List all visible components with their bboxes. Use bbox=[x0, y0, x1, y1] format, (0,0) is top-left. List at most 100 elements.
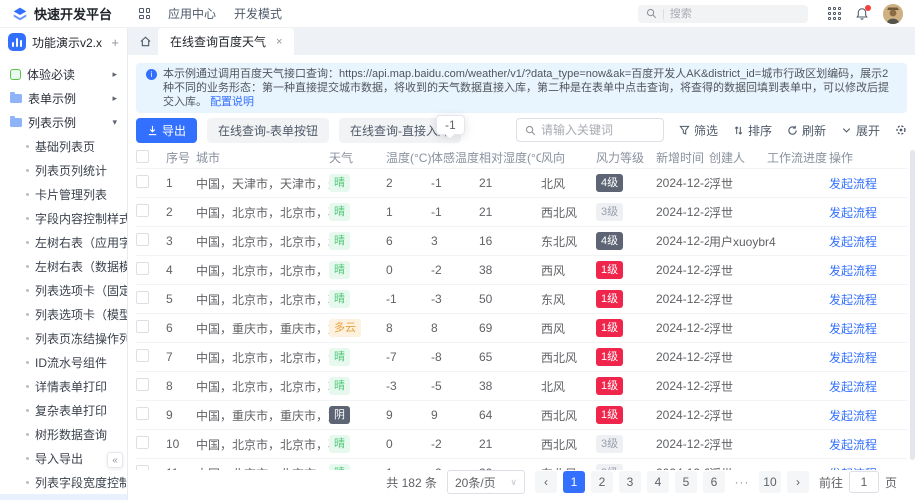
row-checkbox[interactable] bbox=[136, 320, 149, 333]
nav-dev-mode[interactable]: 开发模式 bbox=[234, 5, 282, 22]
cell-feel: -1 bbox=[431, 205, 442, 219]
row-checkbox[interactable] bbox=[136, 204, 149, 217]
row-checkbox[interactable] bbox=[136, 407, 149, 420]
refresh-button[interactable]: 刷新 bbox=[787, 122, 826, 139]
page-button[interactable]: 10 bbox=[758, 471, 781, 493]
workspace-selector[interactable]: 功能演示v2.x + bbox=[0, 28, 127, 56]
avatar[interactable] bbox=[883, 3, 903, 24]
sidebar-item[interactable]: 列表页列统计 bbox=[0, 158, 127, 182]
sort-button[interactable]: 排序 bbox=[733, 122, 772, 139]
expand-button[interactable]: 展开 bbox=[841, 122, 880, 139]
page-button[interactable]: 3 bbox=[618, 471, 641, 493]
sidebar-item[interactable]: 卡片管理列表 bbox=[0, 182, 127, 206]
row-checkbox[interactable] bbox=[136, 436, 149, 449]
bullet-icon bbox=[26, 264, 29, 268]
start-workflow-link[interactable]: 发起流程 bbox=[829, 409, 877, 423]
tab-bar: 在线查询百度天气 × bbox=[128, 28, 915, 55]
sidebar-item[interactable]: 复杂表单打印 bbox=[0, 398, 127, 422]
row-checkbox[interactable] bbox=[136, 465, 149, 470]
sidebar-item[interactable]: 列表选项卡（模型数... bbox=[0, 302, 127, 326]
cell-temp: 8 bbox=[386, 321, 393, 335]
start-workflow-link[interactable]: 发起流程 bbox=[829, 235, 877, 249]
page-button[interactable]: 4 bbox=[646, 471, 669, 493]
cell-creator: 浮世 bbox=[709, 350, 734, 365]
bullet-icon bbox=[26, 384, 29, 388]
page-button[interactable]: 5 bbox=[674, 471, 697, 493]
sidebar-item[interactable]: 在线查询百度天气 bbox=[0, 494, 127, 500]
cell-no: 9 bbox=[166, 408, 173, 422]
sidebar-item[interactable]: 列表页冻结操作列 bbox=[0, 326, 127, 350]
sidebar-item[interactable]: 详情表单打印 bbox=[0, 374, 127, 398]
sidebar-item[interactable]: 列表字段宽度控制 bbox=[0, 470, 127, 494]
page-button[interactable]: ··· bbox=[731, 471, 753, 493]
row-checkbox[interactable] bbox=[136, 291, 149, 304]
row-checkbox[interactable] bbox=[136, 175, 149, 188]
cell-temp: -3 bbox=[386, 379, 397, 393]
column-settings-button[interactable] bbox=[895, 124, 907, 136]
cell-humidity: 69 bbox=[479, 321, 493, 335]
sidebar-item-label: 复杂表单打印 bbox=[35, 403, 108, 418]
tab-active[interactable]: 在线查询百度天气 × bbox=[158, 28, 295, 55]
wind-level-badge: 1级 bbox=[596, 406, 624, 424]
keyword-search-input[interactable] bbox=[540, 123, 646, 137]
row-checkbox[interactable] bbox=[136, 378, 149, 391]
sidebar-item[interactable]: 列表选项卡（固定数... bbox=[0, 278, 127, 302]
col-temp[interactable]: 温度(°C) bbox=[386, 149, 431, 166]
cell-city: 中国，北京市，北京市，朝阳 bbox=[196, 379, 329, 394]
sidebar-item[interactable]: ID流水号组件 bbox=[0, 350, 127, 374]
row-checkbox[interactable] bbox=[136, 349, 149, 362]
sidebar-item[interactable]: 左树右表（数据模型） bbox=[0, 254, 127, 278]
sidebar-item[interactable]: 左树右表（应用字典） bbox=[0, 230, 127, 254]
cell-wind: 北风 bbox=[541, 176, 566, 191]
row-checkbox[interactable] bbox=[136, 233, 149, 246]
list-toolbar: 导出 在线查询-表单按钮 在线查询-直接入库 筛选 排序 bbox=[128, 113, 915, 143]
sidebar-group[interactable]: 列表示例 ▾ bbox=[0, 110, 127, 134]
home-tab-button[interactable] bbox=[132, 28, 158, 55]
global-search-input[interactable] bbox=[669, 7, 780, 20]
cell-humidity: 64 bbox=[479, 408, 493, 422]
sidebar-group[interactable]: 表单示例 ▸ bbox=[0, 86, 127, 110]
next-page-button[interactable]: › bbox=[786, 471, 809, 493]
config-doc-link[interactable]: 配置说明 bbox=[210, 96, 254, 108]
cell-wind: 西风 bbox=[541, 263, 566, 278]
row-checkbox[interactable] bbox=[136, 262, 149, 275]
page-size-select[interactable]: 20条/页 ∨ bbox=[446, 470, 525, 494]
start-workflow-link[interactable]: 发起流程 bbox=[829, 351, 877, 365]
start-workflow-link[interactable]: 发起流程 bbox=[829, 206, 877, 220]
start-workflow-link[interactable]: 发起流程 bbox=[829, 264, 877, 278]
add-workspace-button[interactable]: + bbox=[111, 35, 119, 50]
start-workflow-link[interactable]: 发起流程 bbox=[829, 380, 877, 394]
page-button[interactable]: 2 bbox=[590, 471, 613, 493]
weather-badge: 晴 bbox=[329, 435, 350, 453]
apps-grid-icon[interactable] bbox=[139, 8, 150, 19]
notification-bell-icon[interactable] bbox=[855, 4, 871, 21]
sidebar-group[interactable]: 体验必读 ▸ bbox=[0, 62, 127, 86]
sidebar-item[interactable]: 基础列表页 bbox=[0, 134, 127, 158]
prev-page-button[interactable]: ‹ bbox=[534, 471, 557, 493]
page-button[interactable]: 6 bbox=[702, 471, 725, 493]
start-workflow-link[interactable]: 发起流程 bbox=[829, 467, 877, 471]
sidebar-item-label: 列表选项卡（固定数... bbox=[35, 283, 127, 298]
filter-button[interactable]: 筛选 bbox=[679, 122, 718, 139]
online-query-form-button[interactable]: 在线查询-表单按钮 bbox=[207, 117, 330, 143]
start-workflow-link[interactable]: 发起流程 bbox=[829, 177, 877, 191]
export-button[interactable]: 导出 bbox=[136, 117, 198, 143]
goto-page-input[interactable] bbox=[848, 471, 879, 493]
sidebar-item[interactable]: 字段内容控制样式 bbox=[0, 206, 127, 230]
close-icon[interactable]: × bbox=[276, 36, 282, 48]
page-button[interactable]: 1 bbox=[562, 471, 585, 493]
global-search[interactable]: | bbox=[638, 4, 808, 23]
start-workflow-link[interactable]: 发起流程 bbox=[829, 293, 877, 307]
start-workflow-link[interactable]: 发起流程 bbox=[829, 322, 877, 336]
col-actions: 操作 bbox=[829, 151, 854, 165]
start-workflow-link[interactable]: 发起流程 bbox=[829, 438, 877, 452]
table-scrollbar[interactable] bbox=[910, 150, 915, 460]
sidebar-item-label: 字段内容控制样式 bbox=[35, 211, 127, 226]
chevron-icon: ▸ bbox=[112, 92, 117, 103]
sidebar-collapse-button[interactable]: « bbox=[107, 452, 123, 468]
sidebar-item[interactable]: 树形数据查询 bbox=[0, 422, 127, 446]
nav-app-center[interactable]: 应用中心 bbox=[168, 5, 216, 22]
app-launcher-icon[interactable] bbox=[828, 7, 841, 20]
keyword-search[interactable] bbox=[515, 118, 664, 142]
select-all-checkbox[interactable] bbox=[136, 149, 149, 163]
